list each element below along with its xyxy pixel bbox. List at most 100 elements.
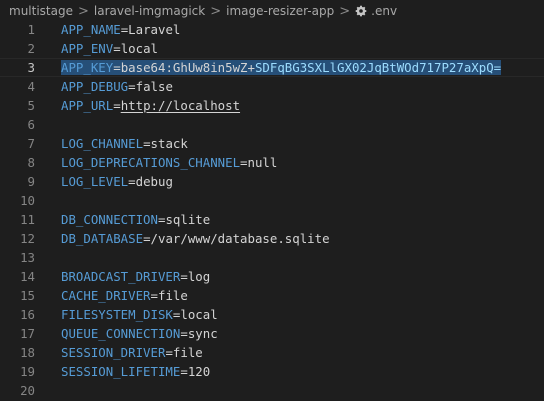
- line-number[interactable]: 2: [0, 39, 35, 58]
- equals-sign: =: [240, 155, 248, 170]
- code-line[interactable]: 11 DB_CONNECTION=sqlite: [0, 210, 544, 229]
- line-content: APP_DEBUG=false: [61, 77, 173, 96]
- line-number[interactable]: 9: [0, 172, 35, 191]
- line-number[interactable]: 11: [0, 210, 35, 229]
- env-value: debug: [135, 174, 173, 189]
- code-line[interactable]: 1 APP_NAME=Laravel: [0, 20, 544, 39]
- env-key: SESSION_DRIVER: [61, 345, 166, 360]
- line-number[interactable]: 13: [0, 248, 35, 267]
- env-key: SESSION_LIFETIME: [61, 364, 181, 379]
- line-content: APP_ENV=local: [61, 39, 158, 58]
- line-number[interactable]: 16: [0, 305, 35, 324]
- equals-sign: =: [180, 364, 188, 379]
- gear-icon: [355, 5, 367, 17]
- code-line[interactable]: 7 LOG_CHANNEL=stack: [0, 134, 544, 153]
- line-number[interactable]: 20: [0, 381, 35, 400]
- env-value: stack: [150, 136, 188, 151]
- code-line[interactable]: 10: [0, 191, 544, 210]
- line-number[interactable]: 15: [0, 286, 35, 305]
- equals-sign: =: [165, 345, 173, 360]
- env-key: LOG_CHANNEL: [61, 136, 144, 151]
- breadcrumb-file-env[interactable]: .env: [371, 4, 397, 18]
- env-value: null: [247, 155, 278, 170]
- breadcrumb-item-multistage[interactable]: multistage: [9, 4, 73, 18]
- line-content: APP_NAME=Laravel: [61, 20, 180, 39]
- line-number[interactable]: 3: [0, 59, 35, 76]
- code-editor[interactable]: multistage > laravel-imgmagick > image-r…: [0, 0, 544, 401]
- env-key: LOG_DEPRECATIONS_CHANNEL: [61, 155, 241, 170]
- line-content: DB_DATABASE=/var/www/database.sqlite: [61, 229, 330, 248]
- equals-sign: =: [128, 174, 136, 189]
- equals-sign: =: [113, 60, 121, 75]
- env-key: CACHE_DRIVER: [61, 288, 151, 303]
- env-value: 120: [187, 364, 211, 379]
- code-line[interactable]: 2 APP_ENV=local: [0, 39, 544, 58]
- code-area[interactable]: 1 APP_NAME=Laravel 2 APP_ENV=local 3 APP_KEY=…: [0, 20, 544, 400]
- line-number[interactable]: 10: [0, 191, 35, 210]
- code-line[interactable]: 16 FILESYSTEM_DISK=local: [0, 305, 544, 324]
- line-number[interactable]: 8: [0, 153, 35, 172]
- env-key: LOG_LEVEL: [61, 174, 129, 189]
- env-key: DB_CONNECTION: [61, 212, 158, 227]
- code-line[interactable]: 3 APP_KEY=base64:GhUw8in5wZ+SDFqBG3SXLlGX…: [0, 58, 544, 77]
- env-value: Laravel: [128, 22, 181, 37]
- text-selection: APP_KEY=base64:GhUw8in5wZ+SDFqBG3SXLlGX0…: [61, 60, 502, 75]
- code-line[interactable]: 4 APP_DEBUG=false: [0, 77, 544, 96]
- env-value: local: [180, 307, 218, 322]
- env-key: APP_ENV: [61, 41, 114, 56]
- breadcrumb-item-image-resizer-app[interactable]: image-resizer-app: [226, 4, 334, 18]
- line-content: QUEUE_CONNECTION=sync: [61, 324, 218, 343]
- code-line[interactable]: 8 LOG_DEPRECATIONS_CHANNEL=null: [0, 153, 544, 172]
- code-line[interactable]: 19 SESSION_LIFETIME=120: [0, 362, 544, 381]
- line-content: APP_KEY=base64:GhUw8in5wZ+SDFqBG3SXLlGX0…: [61, 59, 502, 76]
- equals-sign: =: [143, 136, 151, 151]
- code-line[interactable]: 20: [0, 381, 544, 400]
- line-number[interactable]: 5: [0, 96, 35, 115]
- env-key: DB_DATABASE: [61, 231, 144, 246]
- equals-sign: =: [128, 79, 136, 94]
- line-content: SESSION_LIFETIME=120: [61, 362, 210, 381]
- line-number[interactable]: 14: [0, 267, 35, 286]
- env-value: log: [187, 269, 211, 284]
- code-line[interactable]: 18 SESSION_DRIVER=file: [0, 343, 544, 362]
- breadcrumb-item-laravel-imgmagick[interactable]: laravel-imgmagick: [94, 4, 205, 18]
- line-content: APP_URL=http://localhost: [61, 96, 240, 115]
- breadcrumb-separator: >: [210, 3, 222, 19]
- code-line[interactable]: 6: [0, 115, 544, 134]
- equals-sign: =: [180, 326, 188, 341]
- env-value: local: [120, 41, 158, 56]
- code-line[interactable]: 9 LOG_LEVEL=debug: [0, 172, 544, 191]
- line-content: FILESYSTEM_DISK=local: [61, 305, 218, 324]
- line-number[interactable]: 18: [0, 343, 35, 362]
- env-value: file: [172, 345, 203, 360]
- env-key: APP_KEY: [61, 60, 114, 75]
- env-key: BROADCAST_DRIVER: [61, 269, 181, 284]
- line-number[interactable]: 12: [0, 229, 35, 248]
- equals-sign: =: [150, 288, 158, 303]
- code-line[interactable]: 14 BROADCAST_DRIVER=log: [0, 267, 544, 286]
- line-content: CACHE_DRIVER=file: [61, 286, 188, 305]
- line-number[interactable]: 4: [0, 77, 35, 96]
- line-content: DB_CONNECTION=sqlite: [61, 210, 210, 229]
- env-value: /var/www/database.sqlite: [150, 231, 330, 246]
- line-number[interactable]: 19: [0, 362, 35, 381]
- breadcrumb-separator: >: [77, 3, 89, 19]
- line-number[interactable]: 6: [0, 115, 35, 134]
- env-key: FILESYSTEM_DISK: [61, 307, 173, 322]
- env-value-link[interactable]: http://localhost: [121, 98, 240, 113]
- env-key: APP_NAME: [61, 22, 121, 37]
- code-line[interactable]: 17 QUEUE_CONNECTION=sync: [0, 324, 544, 343]
- line-number[interactable]: 17: [0, 324, 35, 343]
- line-number[interactable]: 1: [0, 20, 35, 39]
- code-line[interactable]: 5 APP_URL=http://localhost: [0, 96, 544, 115]
- env-key: QUEUE_CONNECTION: [61, 326, 181, 341]
- code-line[interactable]: 15 CACHE_DRIVER=file: [0, 286, 544, 305]
- env-value: base64:GhUw8in5wZ+SDFqBG3SXLlGX02JqBtWOd…: [120, 60, 502, 75]
- equals-sign: =: [180, 269, 188, 284]
- env-key: APP_URL: [61, 98, 114, 113]
- equals-sign: =: [143, 231, 151, 246]
- code-line[interactable]: 13: [0, 248, 544, 267]
- code-line[interactable]: 12 DB_DATABASE=/var/www/database.sqlite: [0, 229, 544, 248]
- line-number[interactable]: 7: [0, 134, 35, 153]
- line-content: LOG_LEVEL=debug: [61, 172, 173, 191]
